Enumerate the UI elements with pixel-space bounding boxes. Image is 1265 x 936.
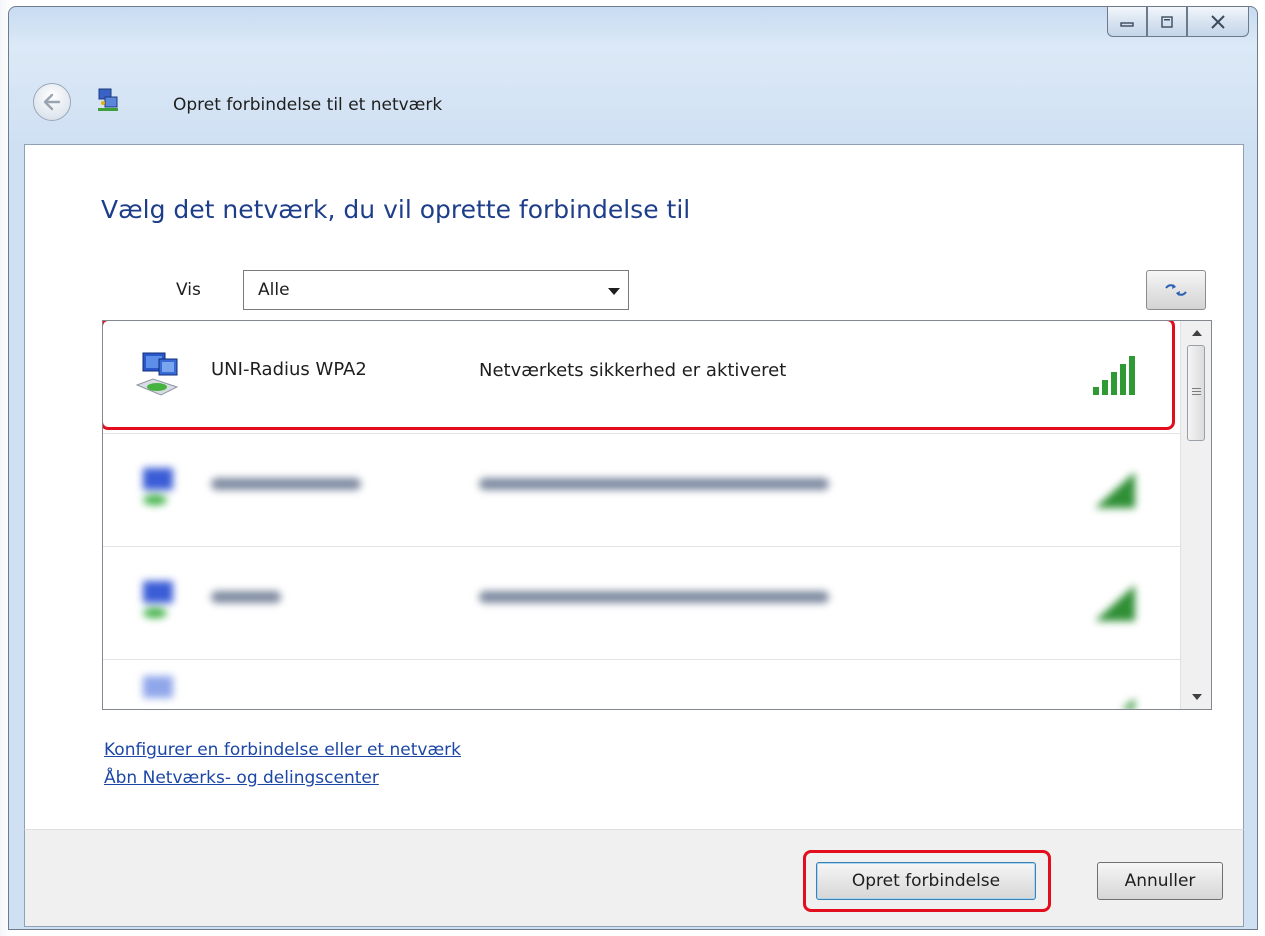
network-status [479,591,829,603]
minimize-icon [1120,21,1134,27]
signal-strength-icon [1122,698,1135,709]
network-item-blurred[interactable] [103,660,1180,709]
wireless-network-icon [143,676,173,698]
close-button[interactable] [1187,7,1249,37]
arrow-up-icon [1191,330,1202,336]
signal-strength-icon [1095,472,1135,508]
content-panel: Vælg det netværk, du vil oprette forbind… [24,144,1244,829]
network-name [211,591,281,603]
grip-line [1192,394,1201,395]
dialog-footer: Opret forbindelse Annuller [24,829,1244,927]
arrow-down-icon [1191,694,1202,700]
network-connection-icon [98,88,118,111]
window-title: Opret forbindelse til et netværk [173,95,443,115]
wireless-network-icon [143,581,173,618]
filter-dropdown[interactable]: Alle [243,270,629,310]
refresh-icon [1165,284,1187,296]
caption-buttons [1107,7,1249,37]
filter-selected-value: Alle [258,280,290,300]
minimize-button[interactable] [1107,7,1147,37]
scroll-thumb[interactable] [1187,345,1205,441]
header-row: Opret forbindelse til et netværk [9,69,1257,149]
signal-strength-icon [1095,585,1135,621]
network-name [211,478,361,490]
configure-connection-link[interactable]: Konfigurer en forbindelse eller et netvæ… [104,740,461,760]
network-item-blurred[interactable] [103,434,1180,544]
connect-button[interactable]: Opret forbindelse [816,862,1036,900]
wireless-network-icon [135,352,179,396]
connect-to-network-window: Opret forbindelse til et netværk Vælg de… [8,6,1258,930]
dropdown-arrow-icon [608,288,620,295]
wireless-network-icon [143,468,173,505]
back-arrow-icon [43,93,61,111]
refresh-button[interactable] [1146,270,1206,310]
grip-line [1192,388,1201,389]
network-sharing-center-link[interactable]: Åbn Netværks- og delingscenter [104,768,379,788]
scroll-down-button[interactable] [1181,687,1211,707]
back-button[interactable] [33,83,71,121]
page-heading: Vælg det netværk, du vil oprette forbind… [101,195,691,224]
network-item-blurred[interactable] [103,547,1180,657]
network-name: UNI-Radius WPA2 [211,359,367,380]
scroll-up-button[interactable] [1181,323,1211,343]
network-list-scrollbar[interactable] [1180,321,1211,709]
network-list: UNI-Radius WPA2 Netværkets sikkerhed er … [102,320,1212,710]
cancel-button[interactable]: Annuller [1097,862,1223,900]
network-status: Netværkets sikkerhed er aktiveret [479,360,787,381]
network-item-uni-radius-wpa2[interactable]: UNI-Radius WPA2 Netværkets sikkerhed er … [103,321,1180,431]
signal-strength-icon [1093,356,1135,395]
grip-line [1192,391,1201,392]
filter-label: Vis [176,280,201,300]
maximize-button[interactable] [1147,7,1187,37]
maximize-icon [1161,15,1173,28]
network-status [479,478,829,490]
close-icon [1211,14,1225,29]
